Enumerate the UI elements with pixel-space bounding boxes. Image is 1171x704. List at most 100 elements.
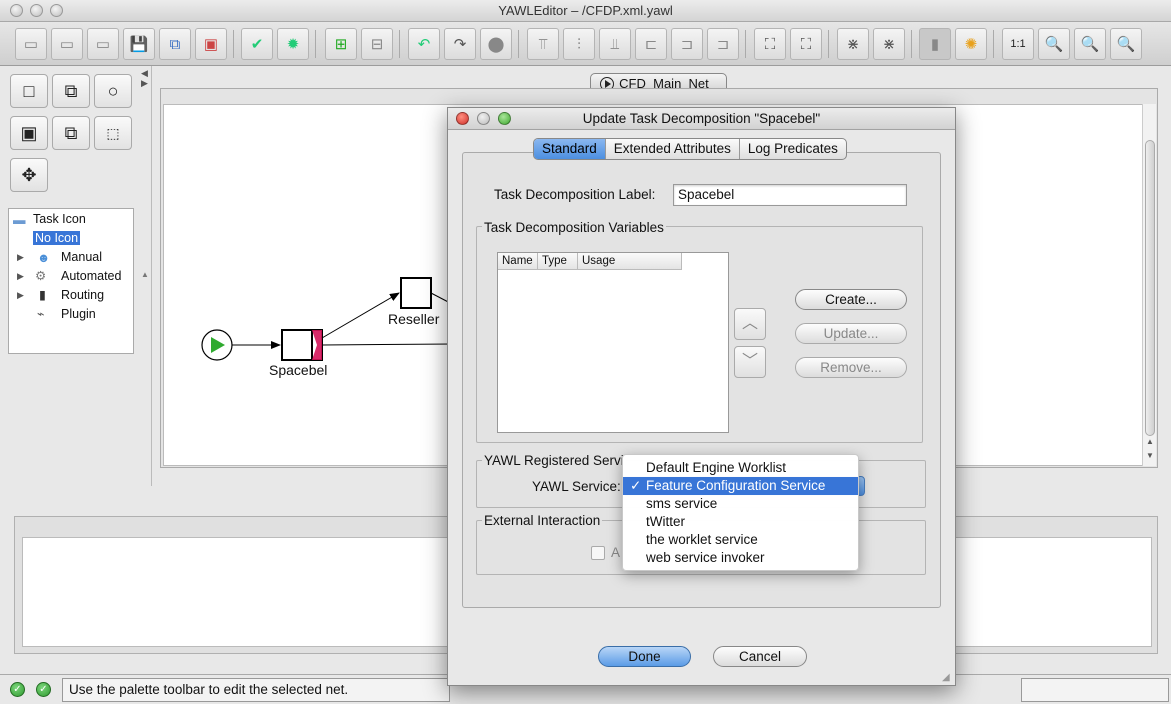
increase-size-icon[interactable]: ⛶	[754, 28, 786, 60]
save-icon[interactable]: 💾	[123, 28, 155, 60]
column-type[interactable]: Type	[538, 253, 578, 269]
zoom-in-icon[interactable]: 🔍	[1074, 28, 1106, 60]
decomposition-label-field[interactable]: Spacebel	[673, 184, 907, 206]
tree-item-plugin[interactable]: ⌁ Plugin	[9, 305, 133, 323]
dialog-zoom-icon[interactable]	[498, 112, 511, 125]
align-top-icon[interactable]: ⫪	[527, 28, 559, 60]
spacebel-task-label: Spacebel	[269, 362, 328, 378]
expand-triangle-icon[interactable]: ▶	[17, 286, 24, 304]
canvas-vertical-scrollbar[interactable]: ▲ ▼	[1142, 104, 1156, 466]
service-option[interactable]: web service invoker	[623, 549, 858, 567]
task-icon-tree[interactable]: ▬ Task Icon No Icon ▶ ☻ Manual ▶ ⚙ Autom…	[8, 208, 134, 354]
spacebel-task[interactable]	[281, 329, 313, 361]
create-variable-button[interactable]: Create...	[795, 289, 907, 310]
column-name[interactable]: Name	[498, 253, 538, 269]
external-interaction-check-label: A	[611, 545, 621, 560]
variables-group-title: Task Decomposition Variables	[482, 220, 666, 235]
marquee-tool-icon[interactable]: ⬚	[94, 116, 132, 150]
service-option[interactable]: sms service	[623, 495, 858, 513]
align-middle-icon[interactable]: ⫶	[563, 28, 595, 60]
expand-triangle-icon[interactable]: ▶	[17, 267, 24, 285]
save-as-icon[interactable]: ⧉	[159, 28, 191, 60]
atomic-task-tool-icon[interactable]: □	[10, 74, 48, 108]
zoom-out-icon[interactable]: 🔍	[1038, 28, 1070, 60]
dialog-minimize-icon[interactable]	[477, 112, 490, 125]
service-option[interactable]: the worklet service	[623, 531, 858, 549]
move-down-icon[interactable]: ﹀	[734, 346, 766, 378]
checkmark-icon: ✓	[630, 478, 642, 493]
undo-icon[interactable]: ↶	[408, 28, 440, 60]
decrease-size-icon[interactable]: ⛶	[790, 28, 822, 60]
dialog-tabs: Standard Extended Attributes Log Predica…	[533, 138, 847, 160]
service-option-selected[interactable]: ✓ Feature Configuration Service	[623, 477, 858, 495]
close-window-button[interactable]	[10, 4, 23, 17]
multiple-composite-task-tool-icon[interactable]: ⧉	[52, 116, 90, 150]
done-button[interactable]: Done	[598, 646, 691, 667]
dialog-close-icon[interactable]	[456, 112, 469, 125]
manual-user-icon: ☻	[37, 251, 51, 265]
remove-net-icon[interactable]: ⊟	[361, 28, 393, 60]
move-up-icon[interactable]: ︿	[734, 308, 766, 340]
scroll-up-icon[interactable]: ▲	[1146, 437, 1154, 446]
multiple-atomic-task-tool-icon[interactable]: ⧉	[52, 74, 90, 108]
analyse-icon[interactable]: ✹	[277, 28, 309, 60]
reseller-task[interactable]	[400, 277, 432, 309]
remove-variable-button[interactable]: Remove...	[795, 357, 907, 378]
resize-grip-icon[interactable]: ◢	[942, 672, 950, 683]
cancel-button[interactable]: Cancel	[713, 646, 807, 667]
service-option[interactable]: Default Engine Worklist	[623, 459, 858, 477]
settings-sun-icon[interactable]: ✺	[955, 28, 987, 60]
engine-connected-icon: ✓	[10, 682, 25, 697]
palette-panel: ◀ ▶ □ ⧉ ○ ▣ ⧉ ⬚ ✥ ▬ Task Icon No Icon ▶ …	[0, 66, 152, 486]
scroll-down-icon[interactable]: ▼	[1146, 451, 1154, 460]
expand-triangle-icon[interactable]: ▶	[17, 248, 24, 266]
external-interaction-title: External Interaction	[482, 513, 603, 528]
net-graph	[201, 277, 454, 361]
progress-area	[1021, 678, 1169, 702]
composite-task-tool-icon[interactable]: ▣	[10, 116, 48, 150]
close-file-icon[interactable]: ▣	[195, 28, 227, 60]
condition-tool-icon[interactable]: ○	[94, 74, 132, 108]
tree-item-automated[interactable]: ▶ ⚙ Automated	[9, 267, 133, 285]
new-spec-icon[interactable]: ▭	[15, 28, 47, 60]
validate-icon[interactable]: ✔	[241, 28, 273, 60]
zoom-actual-icon[interactable]: 1:1	[1002, 28, 1034, 60]
add-net-icon[interactable]: ⊞	[325, 28, 357, 60]
plug-icon: ⌁	[37, 307, 45, 321]
delete-icon[interactable]: ⬤	[480, 28, 512, 60]
align-center-icon[interactable]: ⊐	[671, 28, 703, 60]
close-spec-icon[interactable]: ▭	[87, 28, 119, 60]
yawl-service-caption: YAWL Service:	[532, 479, 621, 494]
tab-standard[interactable]: Standard	[534, 139, 606, 159]
minimize-window-button[interactable]	[30, 4, 43, 17]
tree-item-no-icon[interactable]: No Icon	[33, 229, 81, 247]
open-spec-icon[interactable]: ▭	[51, 28, 83, 60]
align-right-icon[interactable]: ⊐	[707, 28, 739, 60]
yawl-service-dropdown-menu[interactable]: Default Engine Worklist ✓ Feature Configu…	[622, 454, 859, 571]
dialog-title-bar: Update Task Decomposition "Spacebel"	[448, 108, 955, 130]
task-icon-toggle-icon[interactable]: ▮	[919, 28, 951, 60]
scrollbar-thumb[interactable]	[1145, 140, 1155, 436]
align-left-icon[interactable]: ⊏	[635, 28, 667, 60]
status-message: Use the palette toolbar to edit the sele…	[62, 678, 450, 702]
splitter-arrow-icon[interactable]: ▲	[141, 270, 149, 279]
expand-right-arrow-icon[interactable]: ▶	[141, 78, 148, 89]
update-variable-button[interactable]: Update...	[795, 323, 907, 344]
tree-item-routing[interactable]: ▶ ▮ Routing	[9, 286, 133, 304]
traffic-light-icon: ▮	[39, 288, 46, 302]
tab-log-predicates[interactable]: Log Predicates	[740, 139, 846, 159]
column-usage[interactable]: Usage	[578, 253, 682, 269]
service-option[interactable]: tWitter	[623, 513, 858, 531]
zoom-fit-icon[interactable]: 🔍	[1110, 28, 1142, 60]
zoom-window-button[interactable]	[50, 4, 63, 17]
external-interaction-checkbox[interactable]	[591, 546, 605, 560]
redo-icon[interactable]: ↷	[444, 28, 476, 60]
variables-table[interactable]: Name Type Usage	[497, 252, 729, 433]
align-bottom-icon[interactable]: ⫫	[599, 28, 631, 60]
tab-extended-attributes[interactable]: Extended Attributes	[606, 139, 740, 159]
tree-item-manual[interactable]: ▶ ☻ Manual	[9, 248, 133, 266]
cancel-set-icon[interactable]: ⋇	[837, 28, 869, 60]
split-join-icon[interactable]: ⋇	[873, 28, 905, 60]
move-tool-icon[interactable]: ✥	[10, 158, 48, 192]
update-task-decomposition-dialog: Update Task Decomposition "Spacebel" Sta…	[447, 107, 956, 686]
